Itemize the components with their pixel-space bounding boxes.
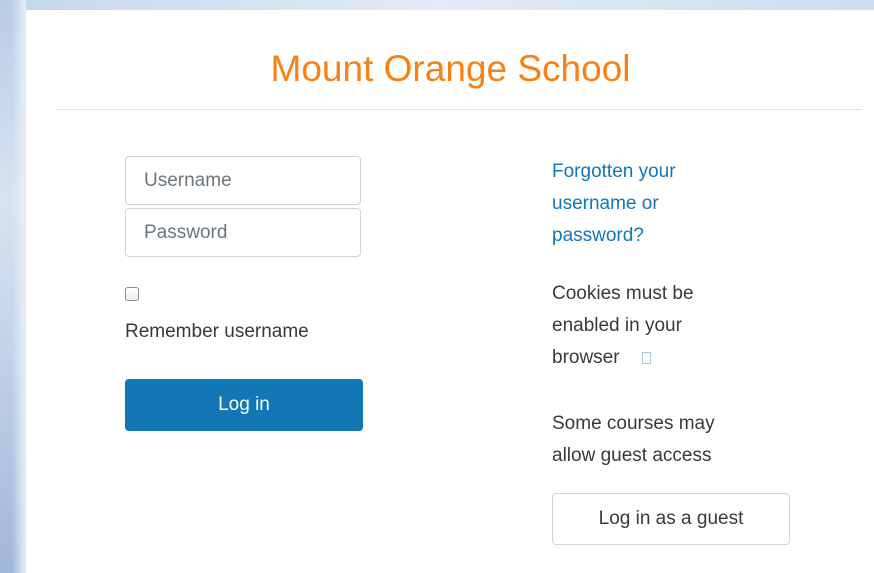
site-title: Mount Orange School [270,48,631,89]
forgot-password-link[interactable]: Forgotten your username or password? [552,156,732,252]
page-background-top [0,0,874,10]
login-button[interactable]: Log in [125,379,363,431]
login-card: Mount Orange School Remember username Lo… [25,10,874,573]
guest-access-notice: Some courses may allow guest access [552,413,715,466]
help-icon[interactable] [641,352,651,364]
password-input[interactable] [125,208,361,257]
guest-login-button[interactable]: Log in as a guest [552,493,790,545]
remember-username-label: Remember username [125,321,309,342]
cookies-notice: Cookies must be enabled in your browser [552,278,752,374]
remember-username-checkbox[interactable] [125,287,139,301]
cookies-notice-text: Cookies must be enabled in your browser [552,283,694,368]
header-divider [56,109,862,110]
page-background-left [0,0,26,573]
username-input[interactable] [125,156,361,205]
